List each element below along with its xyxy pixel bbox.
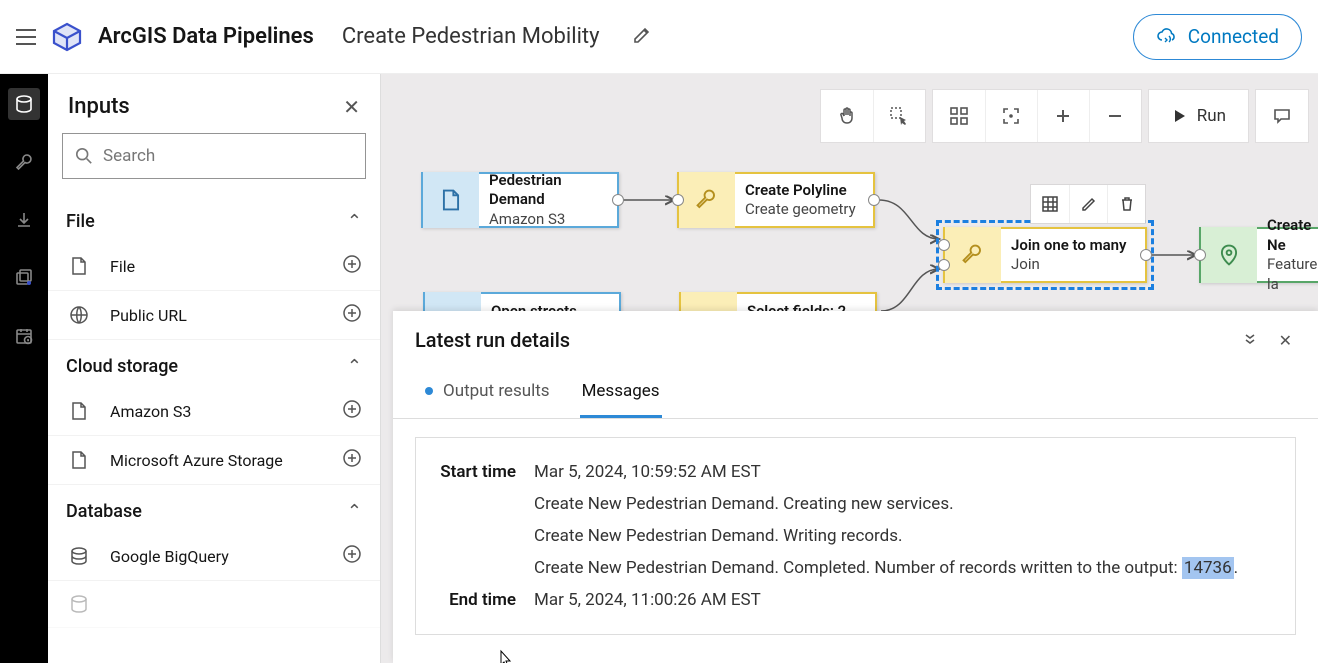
inputs-panel: Inputs ✕ File ⌃ File Public URL Cloud st… [48,74,381,663]
messages-icon[interactable] [1256,90,1308,142]
search-input[interactable] [62,133,366,179]
input-item-s3[interactable]: Amazon S3 [48,387,380,436]
rail-inputs-icon[interactable] [8,88,40,120]
tab-messages[interactable]: Messages [580,369,662,418]
section-file[interactable]: File ⌃ [48,195,380,242]
zoom-out-icon[interactable] [1089,90,1141,142]
input-item-partial[interactable] [48,581,380,628]
input-port[interactable] [1194,249,1206,261]
delete-icon[interactable] [1107,185,1145,223]
tab-output-results[interactable]: Output results [423,369,552,418]
edit-icon[interactable] [1069,185,1107,223]
start-time-value: Mar 5, 2024, 10:59:52 AM EST [534,462,761,482]
end-time-label: End time [438,590,516,610]
input-port[interactable] [938,239,950,251]
feature-layer-icon [1201,227,1257,283]
chevron-up-icon: ⌃ [347,356,362,377]
menu-icon[interactable] [16,29,36,45]
log-line: Create New Pedestrian Demand. Creating n… [534,494,954,514]
run-button[interactable]: Run [1149,90,1248,142]
status-dot-icon [425,387,433,395]
pan-tool-icon[interactable] [821,90,873,142]
connected-button[interactable]: Connected [1133,14,1302,60]
add-icon[interactable] [342,303,362,327]
top-bar: ArcGIS Data Pipelines Create Pedestrian … [0,0,1318,74]
add-icon[interactable] [342,448,362,472]
node-output[interactable]: Create Ne Feature la [1199,227,1318,283]
canvas-toolbar: Run [821,90,1308,142]
left-rail [0,74,48,663]
fit-icon[interactable] [985,90,1037,142]
play-icon [1171,108,1187,124]
add-icon[interactable] [342,254,362,278]
log-line: Create New Pedestrian Demand. Writing re… [534,526,902,546]
record-count-highlight: 14736 [1182,557,1234,579]
close-icon[interactable]: ✕ [1275,327,1296,354]
search-field[interactable] [103,146,353,166]
file-icon [66,255,92,277]
database-icon [66,545,92,567]
output-port[interactable] [868,194,880,206]
app-logo-icon [50,20,84,54]
add-icon[interactable] [342,399,362,423]
edit-name-icon[interactable] [632,25,652,49]
end-time-value: Mar 5, 2024, 11:00:26 AM EST [534,590,761,610]
run-details-panel: Latest run details ✕ Output results Mess… [393,311,1318,663]
zoom-in-icon[interactable] [1037,90,1089,142]
messages-container: Start time Mar 5, 2024, 10:59:52 AM EST … [415,437,1296,635]
input-item-azure[interactable]: Microsoft Azure Storage [48,436,380,485]
node-create-polyline[interactable]: Create Polyline Create geometry [677,172,875,228]
s3-file-icon [423,172,479,228]
section-database[interactable]: Database ⌃ [48,485,380,532]
hammer-icon [945,227,1001,283]
pipeline-name: Create Pedestrian Mobility [342,24,600,49]
select-tool-icon[interactable] [873,90,925,142]
close-panel-icon[interactable]: ✕ [343,95,360,119]
input-port[interactable] [938,259,950,271]
log-line: Create New Pedestrian Demand. Completed.… [534,558,1238,578]
chevron-up-icon: ⌃ [347,211,362,232]
rail-files-icon[interactable] [8,262,40,294]
add-icon[interactable] [342,544,362,568]
connected-label: Connected [1188,25,1279,48]
rail-tools-icon[interactable] [8,146,40,178]
output-port[interactable] [1140,249,1152,261]
file-icon [66,449,92,471]
app-title: ArcGIS Data Pipelines [98,24,314,49]
rail-outputs-icon[interactable] [8,204,40,236]
input-item-bigquery[interactable]: Google BigQuery [48,532,380,581]
cloud-sync-icon [1156,26,1178,48]
input-item-url[interactable]: Public URL [48,291,380,340]
input-item-file[interactable]: File [48,242,380,291]
globe-icon [66,304,92,326]
database-icon [66,593,92,615]
run-panel-title: Latest run details [415,328,1225,352]
output-port[interactable] [612,194,624,206]
input-port[interactable] [672,194,684,206]
node-pedestrian-demand[interactable]: Pedestrian Demand Amazon S3 [421,172,619,228]
file-icon [66,400,92,422]
table-icon[interactable] [1031,185,1069,223]
chevron-up-icon: ⌃ [347,501,362,522]
node-context-toolbar [1031,185,1145,223]
section-cloud[interactable]: Cloud storage ⌃ [48,340,380,387]
search-icon [75,147,93,165]
rail-schedule-icon[interactable] [8,320,40,352]
inputs-title: Inputs [68,94,130,119]
collapse-icon[interactable] [1237,325,1263,355]
start-time-label: Start time [438,462,516,482]
node-join[interactable]: Join one to many Join [943,227,1147,283]
canvas[interactable]: Pedestrian Demand Amazon S3 Open streets… [381,74,1318,663]
layout-icon[interactable] [933,90,985,142]
hammer-icon [679,172,735,228]
